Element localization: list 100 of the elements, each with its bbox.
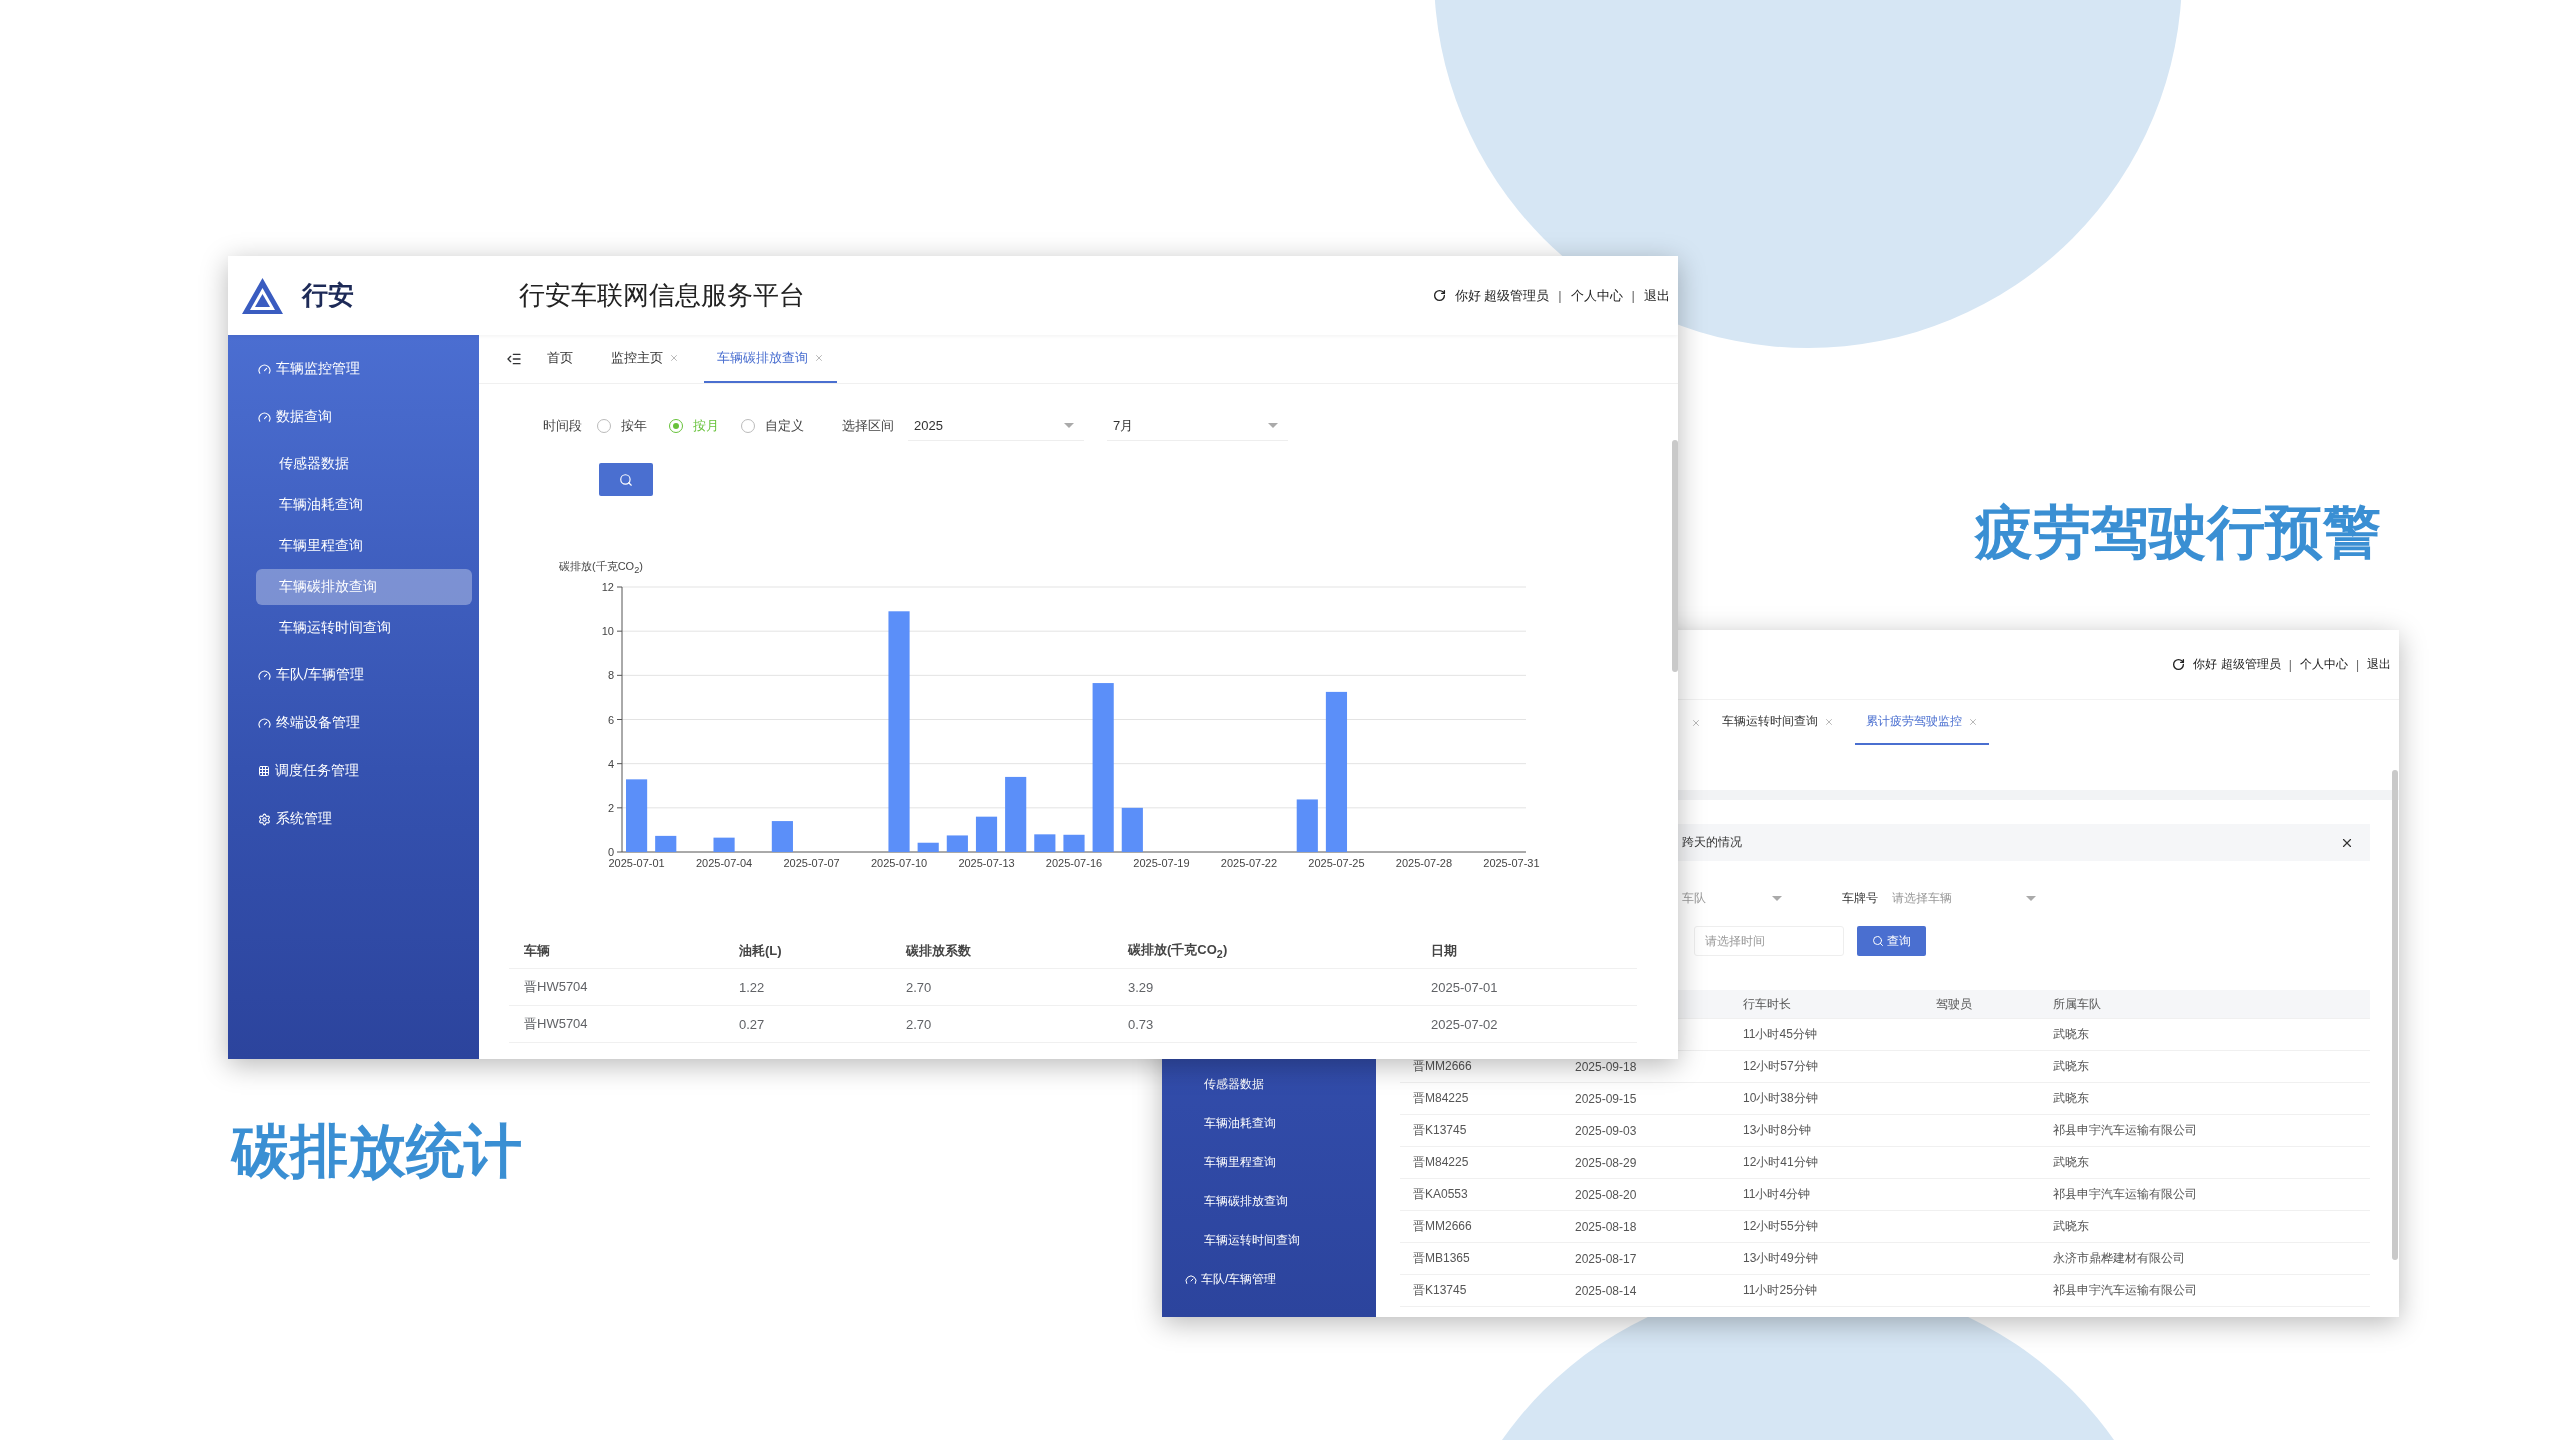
header-link[interactable]: 个人中心 [1570, 286, 1623, 305]
table-cell-text: 2025-08-18 [1574, 1219, 1638, 1234]
column-header: 碳排放(千克CO$_{2}$) [1126, 941, 1229, 960]
table-cell-text: 祁县申宇汽车运输有限公司 [2052, 1122, 2198, 1139]
sidebar-group[interactable]: 车队/车辆管理 [228, 651, 479, 699]
table-cell-text: 12小时57分钟 [1742, 1058, 1819, 1075]
refresh-icon[interactable] [1432, 289, 1446, 302]
table-cell-text: 祁县申宇汽车运输有限公司 [2052, 1186, 2198, 1203]
scrollbar-thumb[interactable] [1672, 440, 1678, 672]
table-cell-text: 11小时45分钟 [1742, 1026, 1818, 1043]
tick-label: 2025-07-01 [608, 857, 665, 869]
tick-label: 2 [607, 801, 614, 814]
time-field[interactable]: 请选择时间 [1694, 926, 1844, 956]
sidebar-item[interactable]: 车辆碳排放查询 [1162, 1182, 1376, 1221]
sidebar-group[interactable]: 终端设备管理 [228, 699, 479, 747]
table-cell-text: 0.73 [1127, 1016, 1155, 1032]
radio-label[interactable]: 自定义 [765, 417, 804, 435]
sidebar-group[interactable]: 调度任务管理 [228, 747, 479, 795]
gauge-icon [258, 668, 271, 682]
bar [1063, 834, 1085, 852]
column-header: 碳排放系数 [904, 941, 972, 960]
tick-label: 8 [607, 669, 614, 682]
field-label: 车牌号 [1842, 889, 1878, 907]
table-cell-text: 晋M84225 [1412, 1090, 1470, 1107]
gauge-icon [258, 716, 271, 730]
tab[interactable]: 车辆运转时间查询 [1711, 700, 1845, 745]
menu-icon[interactable] [506, 351, 522, 367]
caret-icon [1268, 423, 1278, 428]
separator-text: | [2288, 657, 2292, 672]
search-button[interactable] [599, 463, 653, 496]
sidebar-item[interactable]: 车辆油耗查询 [256, 487, 472, 523]
table-cell-text: 永济市鼎桦建材有限公司 [2052, 1250, 2186, 1267]
header-link[interactable]: 退出 [1644, 286, 1670, 305]
logo-icon [240, 275, 285, 316]
table-cell-text: 2.70 [905, 1016, 933, 1032]
tab[interactable]: 车辆碳排放查询 [704, 335, 837, 383]
separator-text: | [1631, 288, 1635, 303]
caret-icon [2026, 895, 2036, 901]
radio-label[interactable]: 按年 [621, 417, 647, 435]
table-cell-text: 武晓东 [2052, 1090, 2090, 1107]
sidebar-group[interactable]: 车队/车辆管理 [1162, 1260, 1376, 1299]
grid-icon [258, 765, 270, 777]
tick-label: 0 [607, 846, 614, 858]
table-cell-text: 13小时8分钟 [1742, 1122, 1813, 1139]
table-cell-text: 2025-09-15 [1574, 1091, 1638, 1106]
gauge-icon [258, 362, 271, 376]
table-cell-text: 11小时25分钟 [1742, 1282, 1818, 1299]
sidebar-item[interactable]: 车辆里程查询 [256, 528, 472, 564]
table-cell-text: 晋MB1365 [1412, 1250, 1471, 1267]
search-icon [619, 472, 633, 487]
table-cell-text: 13小时49分钟 [1742, 1250, 1819, 1267]
table-cell-text: 2025-08-20 [1574, 1187, 1638, 1202]
tick-label: 2025-07-07 [783, 857, 840, 869]
sidebar-item[interactable]: 传感器数据 [1162, 1065, 1376, 1104]
bar [975, 816, 998, 852]
settings-icon [258, 812, 271, 826]
query-button[interactable]: 查询 [1857, 926, 1926, 956]
bar [1296, 799, 1318, 852]
table-cell-text: 晋M84225 [1412, 1154, 1470, 1171]
sidebar-item[interactable]: 车辆运转时间查询 [1162, 1221, 1376, 1260]
table-cell-text: 晋K13745 [1412, 1122, 1468, 1139]
bar [655, 835, 677, 852]
logo-text: 行安 [302, 279, 354, 312]
bar [1121, 807, 1143, 852]
tab[interactable]: 首页 [534, 335, 586, 383]
header-link[interactable]: 个人中心 [2299, 656, 2348, 673]
sidebar-group[interactable]: 数据查询 [228, 393, 479, 441]
sidebar-item[interactable]: 车辆里程查询 [1162, 1143, 1376, 1182]
table-cell-text: 2025-09-18 [1574, 1059, 1638, 1074]
field-label: 时间段 [543, 417, 582, 435]
table-cell-text: 晋HW5704 [523, 1015, 589, 1033]
tick-label: 10 [601, 625, 614, 638]
header-link[interactable]: 退出 [2367, 656, 2391, 673]
greeting-text: 你好 超级管理员 [1454, 286, 1550, 305]
sidebar-item[interactable]: 车辆运转时间查询 [256, 610, 472, 646]
table-cell-text: 0.27 [738, 1016, 766, 1032]
month-select[interactable]: 7月 [1107, 411, 1288, 441]
column-header: 所属车队 [2052, 995, 2102, 1013]
tick-label: 4 [607, 757, 614, 770]
sidebar-item[interactable]: 车辆油耗查询 [1162, 1104, 1376, 1143]
tick-label: 12 [601, 581, 614, 593]
year-select[interactable]: 2025 [908, 411, 1084, 441]
table-cell-text: 2025-08-29 [1574, 1155, 1638, 1170]
column-header: 车辆 [523, 941, 551, 960]
tab[interactable]: 监控主页 [598, 335, 692, 383]
column-header: 日期 [1430, 941, 1458, 960]
table-cell-text: 晋KA0553 [1412, 1186, 1469, 1203]
gauge-icon [1185, 1273, 1197, 1286]
sidebar-group[interactable]: 车辆监控管理 [228, 345, 479, 393]
sidebar-item[interactable]: 传感器数据 [256, 446, 472, 482]
table-cell-text: 武晓东 [2052, 1218, 2090, 1235]
table-cell-text: 2.70 [905, 979, 933, 995]
refresh-icon[interactable] [2172, 658, 2186, 671]
greeting-text: 你好 超级管理员 [2193, 656, 2281, 673]
table-cell-text: 10小时38分钟 [1742, 1090, 1819, 1107]
tab[interactable]: 累计疲劳驾驶监控 [1855, 700, 1989, 745]
caret-icon [1064, 423, 1074, 428]
bar [1034, 834, 1056, 852]
scrollbar-thumb[interactable] [2392, 770, 2398, 1260]
sidebar-group[interactable]: 系统管理 [228, 795, 479, 843]
